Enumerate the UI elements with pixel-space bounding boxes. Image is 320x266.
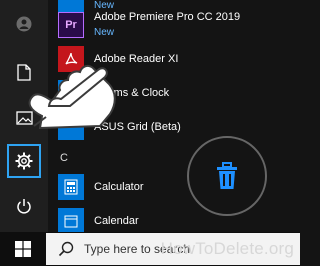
- clock-icon: [58, 80, 84, 106]
- list-item[interactable]: Adobe Reader XI: [58, 42, 178, 76]
- app-name: Calendar: [94, 214, 139, 227]
- section-letter[interactable]: C: [60, 152, 68, 164]
- app-name: Calculator: [94, 180, 144, 193]
- watermark-text: HowToDelete.org: [160, 239, 294, 258]
- list-item[interactable]: Calculator: [58, 170, 144, 204]
- app-name: Alarms & Clock: [94, 86, 170, 99]
- calculator-icon: [58, 174, 84, 200]
- app-new-label: New: [94, 27, 115, 38]
- app-name: Adobe Premiere Pro CC 2019: [94, 11, 241, 23]
- settings-button[interactable]: [7, 144, 41, 178]
- list-item[interactable]: Pr Adobe Premiere Pro CC 2019 New: [58, 8, 240, 42]
- windows-logo-icon: [15, 241, 31, 257]
- trash-icon: [217, 162, 237, 189]
- pictures-button[interactable]: [8, 102, 40, 134]
- delete-target[interactable]: [187, 136, 267, 216]
- list-item[interactable]: ASUS Grid (Beta): [58, 110, 181, 144]
- premiere-icon-text: Pr: [65, 19, 77, 31]
- app-name: ASUS Grid (Beta): [94, 120, 181, 133]
- gear-icon: [15, 152, 33, 170]
- start-rail: [0, 0, 48, 232]
- power-button[interactable]: [8, 190, 40, 222]
- premiere-icon: Pr: [58, 12, 84, 38]
- account-button[interactable]: [8, 8, 40, 40]
- asus-grid-icon: [58, 114, 84, 140]
- list-item[interactable]: Alarms & Clock: [58, 76, 169, 110]
- user-icon: [16, 16, 32, 32]
- document-icon: [17, 63, 31, 81]
- acrobat-icon: [58, 46, 84, 72]
- taskbar: Type here to search HowToDelete.org: [0, 232, 300, 266]
- image-icon: [15, 111, 33, 125]
- app-name: Adobe Reader XI: [94, 52, 179, 65]
- search-box[interactable]: Type here to search HowToDelete.org: [46, 233, 300, 265]
- power-icon: [17, 199, 31, 214]
- start-button[interactable]: [0, 232, 46, 266]
- search-icon: [58, 241, 74, 257]
- calendar-icon: [58, 208, 84, 234]
- documents-button[interactable]: [8, 56, 40, 88]
